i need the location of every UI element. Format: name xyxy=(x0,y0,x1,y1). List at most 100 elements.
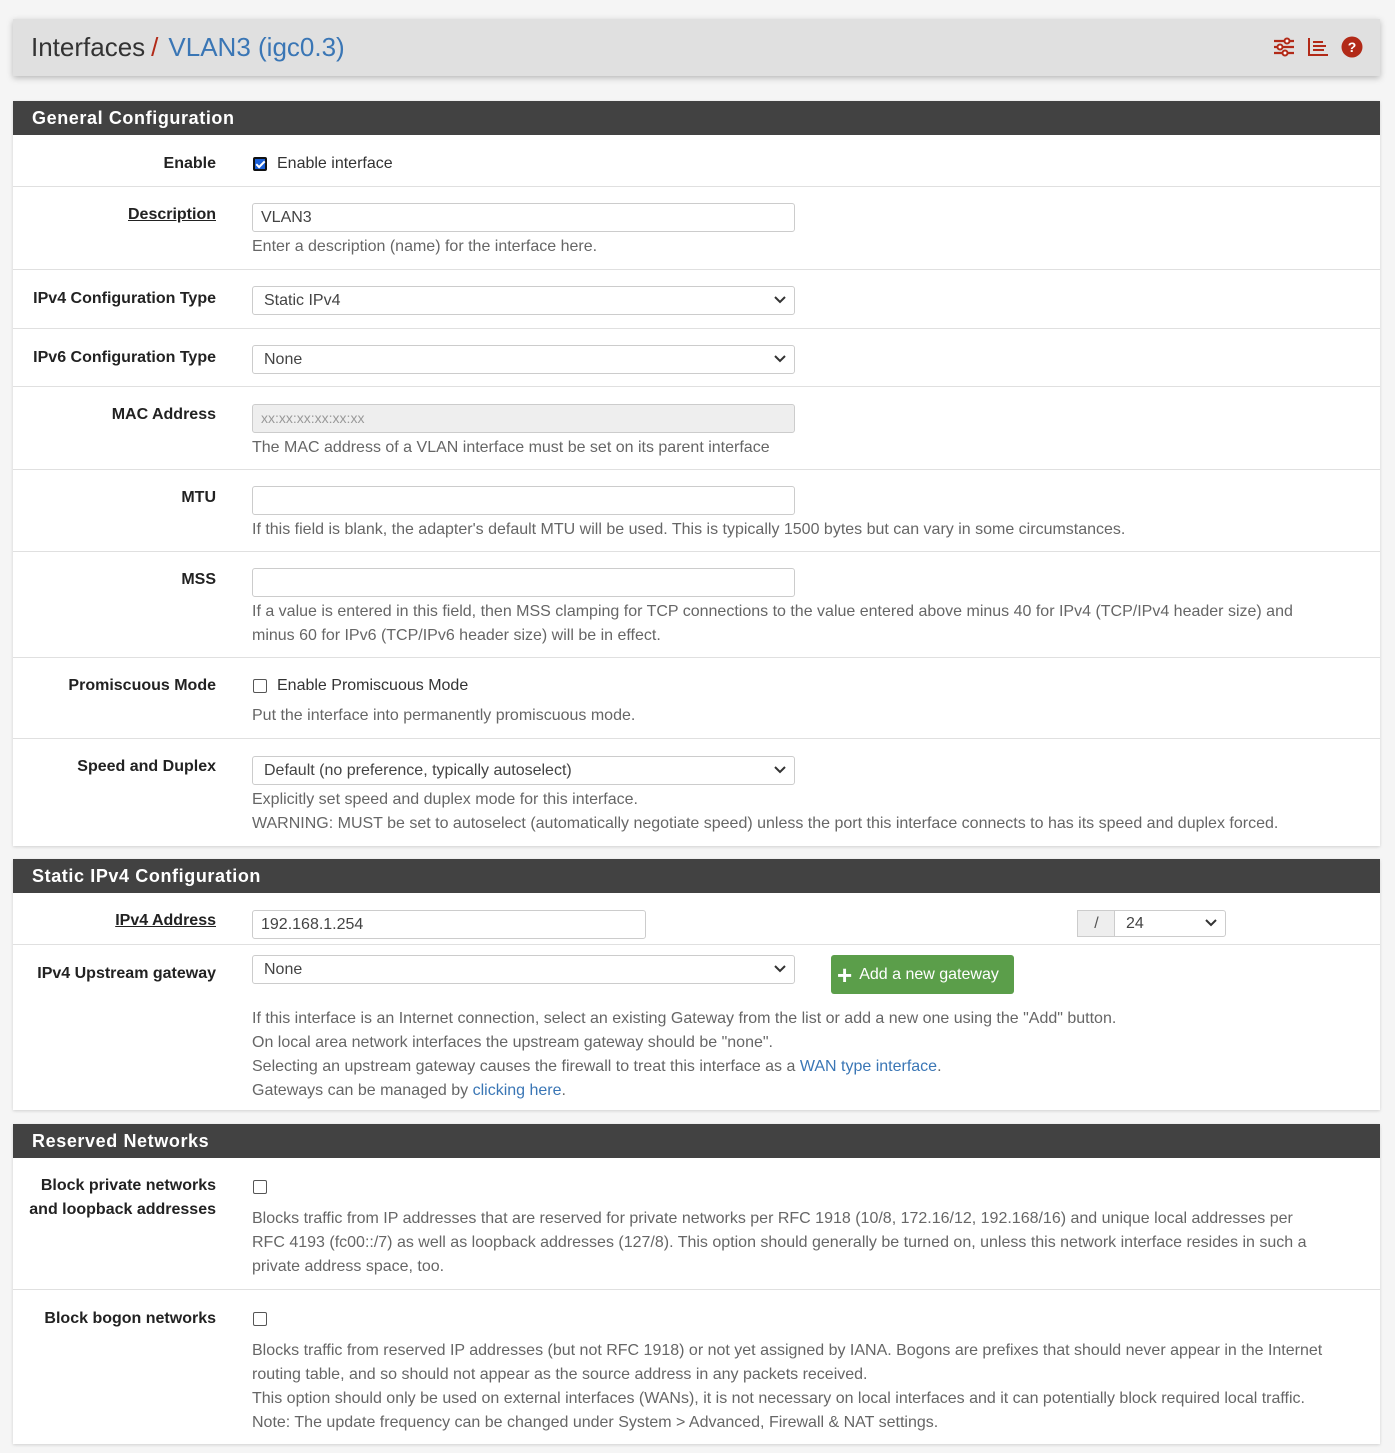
checkbox-label: Enable Promiscuous Mode xyxy=(277,677,469,694)
help-text-part: . xyxy=(561,1082,566,1099)
help-text: WARNING: MUST be set to autoselect (auto… xyxy=(252,815,1279,832)
mtu-input[interactable] xyxy=(252,486,795,515)
help-text: private address space, too. xyxy=(252,1258,445,1275)
checkbox-label: Enable interface xyxy=(277,155,393,172)
description-row: Description VLAN3 Enter a description (n… xyxy=(13,187,1380,270)
selected-value: None xyxy=(264,351,303,368)
field-label: IPv4 Configuration Type xyxy=(33,290,216,307)
block-bogon-row: Block bogon networks Blocks traffic from… xyxy=(13,1290,1380,1444)
field-label: Enable xyxy=(163,155,216,172)
help-text: Explicitly set speed and duplex mode for… xyxy=(252,791,638,808)
chevron-down-icon xyxy=(774,355,786,363)
enable-row: Enable Enable interface xyxy=(13,135,1380,187)
help-text: Blocks traffic from IP addresses that ar… xyxy=(252,1210,1293,1227)
wan-type-interface-link[interactable]: WAN type interface xyxy=(800,1058,937,1075)
ipv4-address-row: IPv4 Address 192.168.1.254 / 24 xyxy=(13,893,1380,945)
page-header: Interfaces / VLAN3 (igc0.3) ? xyxy=(13,19,1380,76)
chevron-down-icon xyxy=(1205,919,1217,927)
help-text: If a value is entered in this field, the… xyxy=(252,603,1293,620)
help-text: Blocks traffic from reserved IP addresse… xyxy=(252,1342,1323,1359)
help-text: This option should only be used on exter… xyxy=(252,1390,1305,1407)
field-label: Block bogon networks xyxy=(44,1310,216,1327)
chevron-down-icon xyxy=(774,965,786,973)
help-text: Enter a description (name) for the inter… xyxy=(252,238,598,255)
promiscuous-mode-checkbox[interactable] xyxy=(253,679,267,693)
settings-sliders-icon[interactable] xyxy=(1272,35,1296,59)
help-text: Gateways can be managed by clicking here… xyxy=(252,1079,1368,1103)
help-text: The MAC address of a VLAN interface must… xyxy=(252,439,770,456)
field-label: Speed and Duplex xyxy=(77,758,216,775)
chevron-down-icon xyxy=(774,296,786,304)
selected-value: Default (no preference, typically autose… xyxy=(264,762,572,779)
plus-icon: + xyxy=(837,959,853,990)
manage-gateways-link[interactable]: clicking here xyxy=(473,1082,562,1099)
ipv6-type-select[interactable]: None xyxy=(252,345,795,374)
ipv4-gateway-row: IPv4 Upstream gateway None + Add a new g… xyxy=(13,945,1380,1110)
field-label: Promiscuous Mode xyxy=(68,677,216,694)
log-chart-icon[interactable] xyxy=(1306,35,1330,59)
add-gateway-button[interactable]: + Add a new gateway xyxy=(831,955,1014,994)
field-label: Description xyxy=(127,206,216,223)
breadcrumb-interfaces[interactable]: Interfaces xyxy=(31,32,145,63)
panel-title: General Configuration xyxy=(13,101,1380,135)
mac-address-row: MAC Address xx:xx:xx:xx:xx:xx The MAC ad… xyxy=(13,387,1380,470)
description-input[interactable]: VLAN3 xyxy=(252,203,795,232)
static-ipv4-panel: Static IPv4 Configuration IPv4 Address 1… xyxy=(13,859,1380,1110)
panel-title: Reserved Networks xyxy=(13,1124,1380,1158)
speed-duplex-select[interactable]: Default (no preference, typically autose… xyxy=(252,756,795,785)
promiscuous-mode-row: Promiscuous Mode Enable Promiscuous Mode… xyxy=(13,658,1380,739)
cidr-slash: / xyxy=(1077,910,1115,937)
field-label: IPv6 Configuration Type xyxy=(33,349,216,366)
mss-input[interactable] xyxy=(252,568,795,597)
panel-title: Static IPv4 Configuration xyxy=(13,859,1380,893)
help-text: If this field is blank, the adapter's de… xyxy=(252,521,1126,538)
svg-text:?: ? xyxy=(1348,39,1357,55)
ipv4-type-select[interactable]: Static IPv4 xyxy=(252,286,795,315)
field-label: Block private networks and loopback addr… xyxy=(13,1174,216,1222)
help-text: RFC 4193 (fc00::/7) as well as loopback … xyxy=(252,1234,1307,1251)
header-icons: ? xyxy=(1272,35,1364,59)
cidr-select[interactable]: 24 xyxy=(1114,910,1226,937)
reserved-networks-panel: Reserved Networks Block private networks… xyxy=(13,1124,1380,1444)
enable-interface-checkbox[interactable] xyxy=(253,157,267,171)
block-bogon-checkbox[interactable] xyxy=(253,1312,267,1326)
ipv4-gateway-select[interactable]: None xyxy=(252,955,795,984)
help-text: Put the interface into permanently promi… xyxy=(252,707,636,724)
button-label: Add a new gateway xyxy=(859,965,999,983)
help-text: minus 60 for IPv6 (TCP/IPv6 header size)… xyxy=(252,627,661,644)
field-label: MAC Address xyxy=(111,406,216,423)
mss-row: MSS If a value is entered in this field,… xyxy=(13,552,1380,658)
help-text-part: Selecting an upstream gateway causes the… xyxy=(252,1058,800,1075)
general-configuration-panel: General Configuration Enable Enable inte… xyxy=(13,101,1380,846)
help-text: On local area network interfaces the ups… xyxy=(252,1034,773,1051)
label-line: Block private networks xyxy=(40,1177,216,1194)
ipv4-type-row: IPv4 Configuration Type Static IPv4 xyxy=(13,270,1380,329)
help-text: If this interface is an Internet connect… xyxy=(252,1010,1117,1027)
help-text: routing table, and so should not appear … xyxy=(252,1366,868,1383)
field-label: IPv4 Address xyxy=(115,912,216,929)
mtu-row: MTU If this field is blank, the adapter'… xyxy=(13,470,1380,552)
help-text: Note: The update frequency can be change… xyxy=(252,1414,939,1431)
selected-value: 24 xyxy=(1126,915,1144,932)
field-label: MTU xyxy=(181,489,216,506)
promiscuous-mode-toggle[interactable]: Enable Promiscuous Mode xyxy=(252,674,1368,698)
field-label: MSS xyxy=(181,571,216,588)
selected-value: None xyxy=(264,961,303,978)
speed-duplex-row: Speed and Duplex Default (no preference,… xyxy=(13,739,1380,846)
help-text-part: Gateways can be managed by xyxy=(252,1082,473,1099)
ipv4-address-input[interactable]: 192.168.1.254 xyxy=(252,910,646,939)
label-line: and loopback addresses xyxy=(29,1201,216,1218)
block-private-checkbox[interactable] xyxy=(253,1180,267,1194)
chevron-down-icon xyxy=(774,766,786,774)
help-text-part: . xyxy=(937,1058,942,1075)
help-text: Selecting an upstream gateway causes the… xyxy=(252,1055,1368,1079)
help-icon[interactable]: ? xyxy=(1340,35,1364,59)
field-label: IPv4 Upstream gateway xyxy=(37,965,216,982)
breadcrumb-separator: / xyxy=(151,32,159,62)
block-private-row: Block private networks and loopback addr… xyxy=(13,1158,1380,1290)
mac-address-input[interactable]: xx:xx:xx:xx:xx:xx xyxy=(252,404,795,433)
ipv6-type-row: IPv6 Configuration Type None xyxy=(13,329,1380,387)
breadcrumb-current[interactable]: VLAN3 (igc0.3) xyxy=(168,32,344,63)
selected-value: Static IPv4 xyxy=(264,292,341,309)
enable-interface-toggle[interactable]: Enable interface xyxy=(252,152,1368,176)
